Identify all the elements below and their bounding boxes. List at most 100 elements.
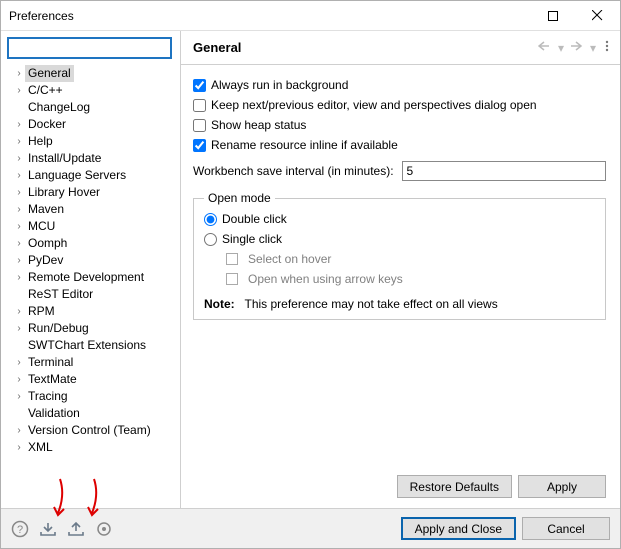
chevron-right-icon[interactable]: › (13, 422, 25, 439)
chevron-right-icon[interactable]: › (13, 354, 25, 371)
window-title: Preferences (9, 9, 485, 23)
main-body: Always run in background Keep next/previ… (181, 65, 620, 469)
maximize-icon (548, 11, 558, 21)
tree-item[interactable]: ›XML (11, 439, 178, 456)
filter-input[interactable] (7, 37, 172, 59)
tree-item[interactable]: ChangeLog (11, 99, 178, 116)
tree-item-label: Help (25, 133, 56, 150)
open-arrow-keys-checkbox (226, 273, 238, 285)
tree-item[interactable]: ›Tracing (11, 388, 178, 405)
chevron-right-icon[interactable]: › (13, 252, 25, 269)
tree-item[interactable]: ›Language Servers (11, 167, 178, 184)
tree-item[interactable]: ›Install/Update (11, 150, 178, 167)
tree-item[interactable]: ›Maven (11, 201, 178, 218)
chevron-right-icon[interactable]: › (13, 320, 25, 337)
save-interval-field[interactable] (402, 161, 606, 181)
chevron-right-icon[interactable]: › (13, 150, 25, 167)
open-mode-group: Open mode Double click Single click Sele… (193, 191, 606, 320)
tree-item[interactable]: ›MCU (11, 218, 178, 235)
show-heap-checkbox[interactable] (193, 119, 206, 132)
footer-icons: ? (11, 520, 113, 538)
double-click-row[interactable]: Double click (204, 209, 595, 229)
tree-item[interactable]: ›RPM (11, 303, 178, 320)
tree-item-label: RPM (25, 303, 58, 320)
minimize-button[interactable] (485, 1, 530, 30)
apply-and-close-button[interactable]: Apply and Close (401, 517, 516, 540)
chevron-right-icon[interactable]: › (13, 116, 25, 133)
menu-icon[interactable] (602, 40, 612, 55)
tree-item[interactable]: SWTChart Extensions (11, 337, 178, 354)
tree-item[interactable]: ›Library Hover (11, 184, 178, 201)
show-heap-row[interactable]: Show heap status (193, 115, 606, 135)
tree-item-label: Docker (25, 116, 69, 133)
keep-editor-checkbox[interactable] (193, 99, 206, 112)
always-run-bg-row[interactable]: Always run in background (193, 75, 606, 95)
chevron-right-icon[interactable]: › (13, 133, 25, 150)
tree-item-label: Tracing (25, 388, 71, 405)
close-icon (592, 10, 603, 21)
tree-item-label: Install/Update (25, 150, 104, 167)
chevron-right-icon[interactable]: › (13, 371, 25, 388)
tree-item-label: Language Servers (25, 167, 129, 184)
chevron-right-icon[interactable]: › (13, 218, 25, 235)
open-arrow-keys-row: Open when using arrow keys (204, 269, 595, 289)
oomph-icon[interactable] (95, 520, 113, 538)
maximize-button[interactable] (530, 1, 575, 30)
always-run-bg-checkbox[interactable] (193, 79, 206, 92)
tree-item[interactable]: ›Docker (11, 116, 178, 133)
chevron-right-icon[interactable]: › (13, 82, 25, 99)
chevron-right-icon[interactable]: › (13, 167, 25, 184)
tree-item-label: MCU (25, 218, 58, 235)
tree-item[interactable]: ›PyDev (11, 252, 178, 269)
double-click-radio[interactable] (204, 213, 217, 226)
chevron-right-icon[interactable]: › (13, 65, 25, 82)
chevron-right-icon[interactable]: › (13, 184, 25, 201)
forward-icon[interactable] (570, 40, 584, 55)
chevron-right-icon[interactable]: › (13, 303, 25, 320)
single-click-label: Single click (222, 232, 282, 246)
tree-item-label: TextMate (25, 371, 80, 388)
tree-item[interactable]: ›TextMate (11, 371, 178, 388)
help-icon[interactable]: ? (11, 520, 29, 538)
back-icon[interactable] (538, 40, 552, 55)
single-click-radio[interactable] (204, 233, 217, 246)
chevron-right-icon[interactable]: › (13, 269, 25, 286)
apply-button[interactable]: Apply (518, 475, 606, 498)
rename-inline-row[interactable]: Rename resource inline if available (193, 135, 606, 155)
export-icon[interactable] (67, 520, 85, 538)
cancel-button[interactable]: Cancel (522, 517, 610, 540)
tree-item-label: Oomph (25, 235, 70, 252)
note-prefix: Note: (204, 297, 235, 311)
chevron-right-icon[interactable]: › (13, 201, 25, 218)
open-arrow-keys-label: Open when using arrow keys (248, 272, 403, 286)
save-interval-label: Workbench save interval (in minutes): (193, 164, 394, 178)
single-click-row[interactable]: Single click (204, 229, 595, 249)
tree-item-label: Library Hover (25, 184, 103, 201)
tree-item[interactable]: ›Oomph (11, 235, 178, 252)
rename-inline-checkbox[interactable] (193, 139, 206, 152)
tree-item[interactable]: ›Help (11, 133, 178, 150)
tree-item[interactable]: ›Run/Debug (11, 320, 178, 337)
import-icon[interactable] (39, 520, 57, 538)
svg-text:?: ? (17, 524, 23, 536)
tree-item-label: Run/Debug (25, 320, 92, 337)
restore-defaults-button[interactable]: Restore Defaults (397, 475, 512, 498)
chevron-right-icon[interactable]: › (13, 439, 25, 456)
tree-item[interactable]: ›Version Control (Team) (11, 422, 178, 439)
tree-item-label: ChangeLog (25, 99, 93, 116)
tree-item[interactable]: ›C/C++ (11, 82, 178, 99)
preferences-tree[interactable]: ›General›C/C++ChangeLog›Docker›Help›Inst… (5, 65, 178, 506)
keep-editor-row[interactable]: Keep next/previous editor, view and pers… (193, 95, 606, 115)
chevron-right-icon[interactable]: › (13, 388, 25, 405)
tree-item[interactable]: ›Terminal (11, 354, 178, 371)
tree-item[interactable]: ›General (11, 65, 178, 82)
tree-item-label: Maven (25, 201, 67, 218)
tree-item[interactable]: ReST Editor (11, 286, 178, 303)
tree-item[interactable]: ›Remote Development (11, 269, 178, 286)
close-button[interactable] (575, 1, 620, 30)
page-buttons: Restore Defaults Apply (181, 469, 620, 508)
tree-item-label: ReST Editor (25, 286, 96, 303)
tree-item[interactable]: Validation (11, 405, 178, 422)
chevron-right-icon[interactable]: › (13, 235, 25, 252)
rename-inline-label: Rename resource inline if available (211, 138, 398, 152)
